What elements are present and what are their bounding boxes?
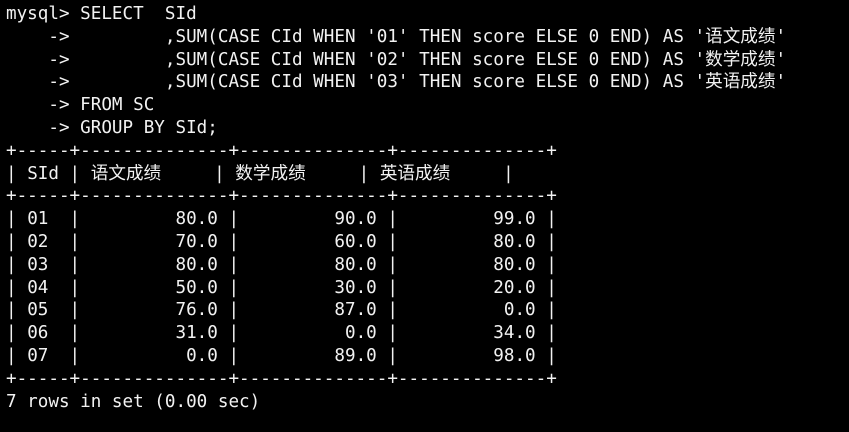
table-row: | 06 | 31.0 | 0.0 | 34.0 |	[6, 323, 557, 344]
cell-english-score: 0.0	[408, 300, 536, 321]
table-border-bottom: +-----+--------------+--------------+---…	[6, 368, 557, 389]
cell-chinese-score: 0.0	[90, 345, 218, 366]
query-line: -> GROUP BY SId;	[6, 117, 218, 138]
cell-english-score: 20.0	[408, 277, 536, 298]
cell-chinese-score: 50.0	[90, 277, 218, 298]
query-line: -> FROM SC	[6, 95, 155, 116]
cell-sid: 02	[27, 231, 59, 252]
table-row: | 01 | 80.0 | 90.0 | 99.0 |	[6, 209, 557, 230]
cell-english-score: 98.0	[408, 345, 536, 366]
table-row: | 04 | 50.0 | 30.0 | 20.0 |	[6, 277, 557, 298]
result-summary: 7 rows in set (0.00 sec)	[6, 391, 261, 412]
cell-english-score: 99.0	[408, 209, 536, 230]
cell-english-score: 80.0	[408, 231, 536, 252]
table-row: | 05 | 76.0 | 87.0 | 0.0 |	[6, 300, 557, 321]
header-english-score: 英语成绩	[379, 163, 493, 184]
cell-chinese-score: 80.0	[90, 254, 218, 275]
terminal-window[interactable]: mysql> SELECT SId -> ,SUM(CASE CId WHEN …	[0, 0, 849, 432]
table-header-row: | SId | 语文成绩 | 数学成绩 | 英语成绩 |	[6, 163, 514, 184]
cell-chinese-score: 31.0	[90, 323, 218, 344]
table-border-top: +-----+--------------+--------------+---…	[6, 140, 557, 161]
header-chinese-score: 语文成绩	[90, 163, 204, 184]
cell-sid: 01	[27, 209, 59, 230]
query-line: -> ,SUM(CASE CId WHEN '02' THEN score EL…	[6, 49, 787, 70]
cell-chinese-score: 76.0	[90, 300, 218, 321]
header-sid: SId	[27, 163, 59, 184]
query-line: mysql> SELECT SId	[6, 4, 197, 24]
cell-chinese-score: 70.0	[90, 231, 218, 252]
cell-math-score: 60.0	[249, 231, 377, 252]
cell-math-score: 87.0	[249, 300, 377, 321]
cell-math-score: 90.0	[249, 209, 377, 230]
table-row: | 07 | 0.0 | 89.0 | 98.0 |	[6, 345, 557, 366]
cell-math-score: 30.0	[249, 277, 377, 298]
cell-chinese-score: 80.0	[90, 209, 218, 230]
query-line: -> ,SUM(CASE CId WHEN '03' THEN score EL…	[6, 72, 787, 93]
cell-english-score: 34.0	[408, 323, 536, 344]
table-body: | 01 | 80.0 | 90.0 | 99.0 | | 02 | 70.0 |…	[6, 208, 849, 368]
query-line: -> ,SUM(CASE CId WHEN '01' THEN score EL…	[6, 26, 787, 47]
table-row: | 02 | 70.0 | 60.0 | 80.0 |	[6, 231, 557, 252]
cell-sid: 05	[27, 300, 59, 321]
cell-sid: 07	[27, 345, 59, 366]
cell-english-score: 80.0	[408, 254, 536, 275]
cell-math-score: 80.0	[249, 254, 377, 275]
cell-math-score: 89.0	[249, 345, 377, 366]
table-row: | 03 | 80.0 | 80.0 | 80.0 |	[6, 254, 557, 275]
header-math-score: 数学成绩	[235, 163, 349, 184]
table-border-mid: +-----+--------------+--------------+---…	[6, 186, 557, 207]
cell-sid: 04	[27, 277, 59, 298]
cell-sid: 06	[27, 323, 59, 344]
cell-sid: 03	[27, 254, 59, 275]
cell-math-score: 0.0	[249, 323, 377, 344]
